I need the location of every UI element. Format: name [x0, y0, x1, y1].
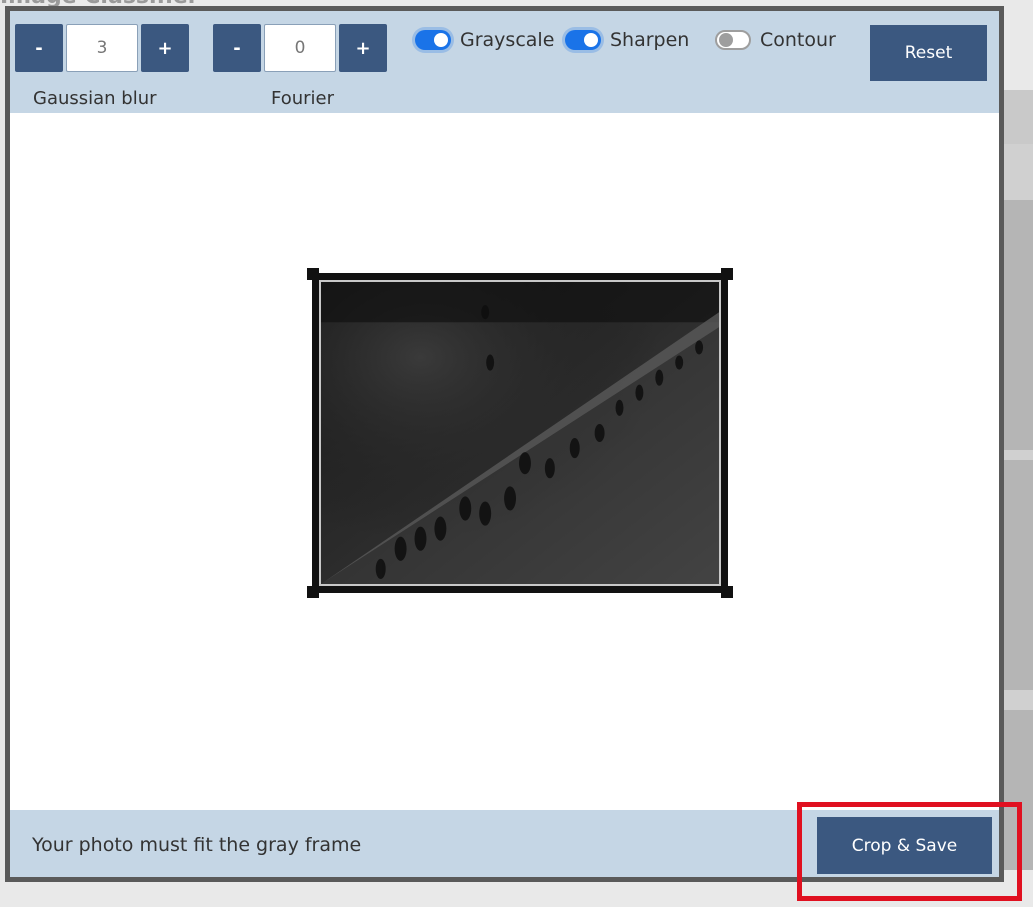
- image-canvas: [10, 113, 999, 810]
- contour-label: Contour: [760, 29, 836, 51]
- grayscale-switch[interactable]: [415, 30, 451, 50]
- crop-handle-bottom-right[interactable]: [721, 586, 733, 598]
- fourier-decrement-button[interactable]: -: [213, 24, 261, 72]
- grayscale-toggle[interactable]: Grayscale: [415, 27, 554, 53]
- frame-hint-text: Your photo must fit the gray frame: [32, 834, 362, 856]
- blur-value-input[interactable]: [66, 24, 138, 72]
- blur-increment-button[interactable]: +: [141, 24, 189, 72]
- switch-knob: [719, 33, 733, 47]
- background-thumbnail: [1004, 460, 1033, 690]
- sharpen-switch[interactable]: [565, 30, 601, 50]
- gaussian-blur-stepper: - +: [15, 24, 189, 72]
- editor-toolbar: - + Gaussian blur - + Fourier Grayscale …: [10, 11, 999, 113]
- gaussian-blur-label: Gaussian blur: [33, 88, 157, 109]
- photo-image: [321, 282, 719, 584]
- sharpen-toggle[interactable]: Sharpen: [565, 27, 689, 53]
- contour-switch[interactable]: [715, 30, 751, 50]
- switch-knob: [434, 33, 448, 47]
- fourier-label: Fourier: [271, 88, 335, 109]
- crop-handle-top-right[interactable]: [721, 268, 733, 280]
- fourier-increment-button[interactable]: +: [339, 24, 387, 72]
- switch-knob: [584, 33, 598, 47]
- fourier-value-input[interactable]: [264, 24, 336, 72]
- contour-toggle[interactable]: Contour: [715, 27, 836, 53]
- reset-button[interactable]: Reset: [870, 25, 987, 81]
- blur-decrement-button[interactable]: -: [15, 24, 63, 72]
- background-strip: [1004, 90, 1033, 870]
- background-button: [1004, 90, 1033, 144]
- grayscale-label: Grayscale: [460, 29, 555, 51]
- crop-frame[interactable]: [307, 268, 733, 598]
- background-thumbnail: [1004, 200, 1033, 450]
- fourier-stepper: - +: [213, 24, 387, 72]
- crop-handle-top-left[interactable]: [307, 268, 319, 280]
- highlight-box: [797, 802, 1022, 901]
- photo-preview: [319, 280, 721, 586]
- sharpen-label: Sharpen: [610, 29, 690, 51]
- crop-handle-bottom-left[interactable]: [307, 586, 319, 598]
- image-editor-modal: - + Gaussian blur - + Fourier Grayscale …: [5, 6, 1004, 882]
